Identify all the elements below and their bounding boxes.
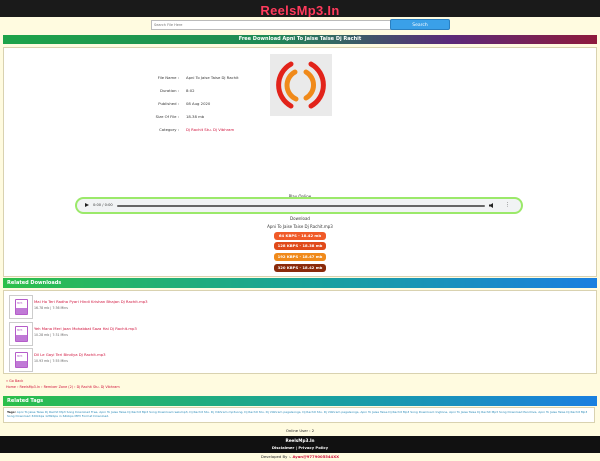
download-label: Download [290,216,310,221]
download-128kbps-button[interactable]: 128 KBPS - 18.38 mb [274,242,326,250]
mp3-file-icon: MP3 [9,295,33,319]
download-filename: Apni To Jaise Taise Dj Rachit.mp3 [267,224,333,229]
related-meta: 10.93 mb | 7:55 Mins [34,359,68,363]
play-icon[interactable] [85,203,89,207]
related-title[interactable]: Yeh Mana Meri Jaan Mohabbat Saza Hai Dj … [34,326,137,331]
go-back-link[interactable]: « Go Back [6,379,23,383]
mp3-file-icon: MP3 [9,322,33,346]
player-time: 0:00 / 0:00 [93,203,113,207]
mp3-file-icon: MP3 [9,348,33,372]
related-downloads-list: MP3 Mai Ho Teri Radha Pyari Hindi Krisha… [3,290,597,374]
download-192kbps-button[interactable]: 192 KBPS - 18.47 mb [274,253,326,261]
volume-icon[interactable] [489,203,493,208]
search-button[interactable]: Search [390,19,450,30]
download-64kbps-button[interactable]: 64 KBPS - 18.42 mb [274,232,326,240]
more-options-icon[interactable]: ⋮ [505,202,510,208]
footer-links[interactable]: Disclaimer | Privacy Policy [0,444,600,451]
list-item[interactable]: MP3 Dil Le Gayi Teri Bindiya Dj Rachit.m… [7,347,592,373]
download-320kbps-button[interactable]: 320 KBPS - 18.42 mb [274,264,326,272]
footer-site[interactable]: ReelsMp3.In [0,436,600,444]
breadcrumb[interactable]: Home › ReelsMp3.In › Remixer Zone (2) › … [6,385,120,389]
search-input[interactable] [151,20,393,30]
list-item[interactable]: MP3 Mai Ho Teri Radha Pyari Hindi Krisha… [7,294,592,320]
info-row-duration: Duration : 8:02 [160,88,195,93]
tags-content[interactable]: Apni To Jaise Taise Dj Rachit Mp3 Song D… [7,410,587,418]
developer-name[interactable]: Ayan@9779005544XX [292,454,339,459]
list-item[interactable]: MP3 Yeh Mana Meri Jaan Mohabbat Saza Hai… [7,321,592,347]
category-link[interactable]: Dj Rachit Stu. Dj Vibhram [186,124,234,136]
info-row-category: Category : Dj Rachit Stu. Dj Vibhram [3,124,595,136]
tags-label: Tags: [7,410,16,414]
site-logo[interactable]: ReelsMp3.In [260,3,339,18]
info-row-size: Size Of File : 18.38 mb [155,114,205,119]
related-tags-text: Tags: Apni To Jaise Taise Dj Rachit Mp3 … [3,407,595,423]
related-title[interactable]: Mai Ho Teri Radha Pyari Hindi Krishan Bh… [34,299,148,304]
footer: ReelsMp3.In Disclaimer | Privacy Policy [0,436,600,453]
seek-bar[interactable] [117,205,485,207]
info-row-filename: File Name : Apni To Jaise Taise Dj Rachi… [157,75,239,80]
related-downloads-heading: Related Downloads [3,278,597,288]
related-tags-heading: Related Tags [3,396,597,406]
header: ReelsMp3.In [0,0,600,18]
info-row-published: Published : 08 Aug 2020 [158,101,211,106]
online-users: Online User : 2 [285,428,315,433]
audio-player[interactable]: 0:00 / 0:00 ⋮ [77,199,521,212]
related-meta: 16.78 mb | 7:36 Mins [34,306,68,310]
page-title: Free Download Apni To Jaise Taise Dj Rac… [3,35,597,44]
search-bar: Search [0,17,600,33]
developer-credit: Developed By :- Ayan@9779005544XX [0,453,600,461]
related-title[interactable]: Dil Le Gayi Teri Bindiya Dj Rachit.mp3 [34,352,106,357]
related-meta: 10.28 mb | 7:31 Mins [34,333,68,337]
